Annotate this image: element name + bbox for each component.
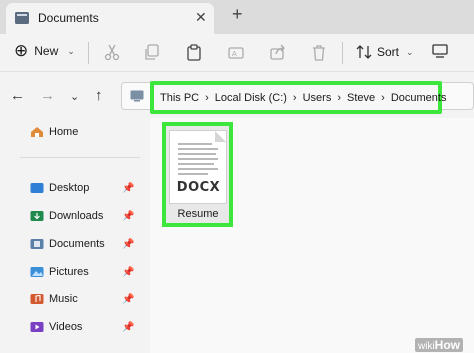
new-label: New [34, 44, 59, 58]
sort-button[interactable]: Sort ⌄ [356, 44, 414, 60]
desktop-icon [30, 183, 44, 193]
tab-documents[interactable]: Documents ✕ [6, 3, 214, 34]
file-name[interactable]: Resume [166, 208, 230, 220]
sidebar-item-videos[interactable]: Videos [30, 321, 82, 333]
sidebar-item-label: Home [49, 126, 79, 138]
home-icon [31, 127, 43, 137]
breadcrumb-local-disk[interactable]: Local Disk (C:) [215, 92, 287, 104]
sort-icon [356, 45, 372, 59]
sidebar-item-downloads[interactable]: Downloads [30, 210, 103, 222]
documents-icon [30, 239, 44, 249]
sidebar-item-label: Videos [49, 321, 83, 333]
rename-icon[interactable]: A [228, 44, 244, 61]
wikihow-watermark: wikiHow [415, 338, 464, 352]
sort-label: Sort [377, 45, 400, 59]
chevron-down-icon[interactable]: ⌄ [70, 90, 79, 103]
download-icon [30, 211, 44, 221]
view-icon [432, 44, 448, 58]
sidebar-divider [20, 157, 140, 158]
breadcrumb-this-pc[interactable]: This PC [160, 92, 199, 104]
docx-file-icon: DOCX [169, 130, 227, 204]
new-tab-button[interactable]: + [232, 4, 243, 25]
toolbar-divider [88, 42, 89, 64]
forward-arrow-icon[interactable]: → [40, 87, 55, 104]
breadcrumb-users[interactable]: Users [303, 92, 332, 104]
pin-icon[interactable]: 📌 [122, 183, 134, 194]
sidebar-item-pictures[interactable]: Pictures [30, 266, 89, 278]
breadcrumb-documents[interactable]: Documents [391, 92, 447, 104]
sidebar-item-documents[interactable]: Documents [30, 238, 105, 250]
sidebar-item-label: Documents [49, 238, 105, 250]
pin-icon[interactable]: 📌 [122, 322, 134, 333]
pictures-icon [30, 267, 44, 277]
videos-icon [30, 322, 44, 332]
new-button[interactable]: ⊕ New ⌄ [14, 41, 75, 60]
pin-icon[interactable]: 📌 [122, 211, 134, 222]
chevron-right-icon[interactable]: › [205, 92, 209, 104]
chevron-down-icon: ⌄ [67, 45, 75, 56]
sidebar-item-music[interactable]: Music [30, 293, 78, 305]
sidebar [0, 118, 150, 353]
toolbar-divider [342, 42, 343, 64]
file-type-label: DOCX [176, 180, 221, 195]
copy-icon[interactable] [144, 44, 160, 61]
up-arrow-icon[interactable]: ↑ [95, 87, 103, 104]
title-bar: Documents ✕ + [0, 0, 474, 34]
tab-title: Documents [38, 11, 99, 25]
pin-icon[interactable]: 📌 [122, 294, 134, 305]
scissors-icon[interactable] [104, 44, 120, 61]
breadcrumb: This PC › Local Disk (C:) › Users › Stev… [150, 81, 446, 114]
folder-icon [15, 12, 29, 24]
chevron-right-icon[interactable]: › [337, 92, 341, 104]
paste-icon[interactable] [186, 44, 202, 61]
breadcrumb-steve[interactable]: Steve [347, 92, 375, 104]
share-icon[interactable] [270, 44, 286, 61]
sidebar-item-desktop[interactable]: Desktop [30, 182, 89, 194]
plus-icon: ⊕ [14, 41, 29, 60]
chevron-down-icon: ⌄ [406, 46, 414, 57]
svg-text:A: A [232, 51, 237, 58]
music-icon [30, 294, 44, 304]
pin-icon[interactable]: 📌 [122, 239, 134, 250]
back-arrow-icon[interactable]: ← [10, 87, 25, 104]
pin-icon[interactable]: 📌 [122, 267, 134, 278]
chevron-right-icon[interactable]: › [381, 92, 385, 104]
sidebar-item-label: Pictures [49, 266, 89, 278]
close-tab-icon[interactable]: ✕ [195, 9, 207, 26]
this-pc-icon [130, 90, 144, 102]
trash-icon[interactable] [311, 44, 327, 61]
sidebar-item-label: Desktop [49, 182, 90, 194]
sidebar-item-label: Music [49, 293, 78, 305]
view-button[interactable] [432, 44, 448, 58]
sidebar-item-home[interactable]: Home [30, 126, 78, 138]
toolbar: ⊕ New ⌄ A Sort ⌄ [0, 34, 474, 72]
sidebar-item-label: Downloads [49, 210, 104, 222]
chevron-right-icon[interactable]: › [293, 92, 297, 104]
